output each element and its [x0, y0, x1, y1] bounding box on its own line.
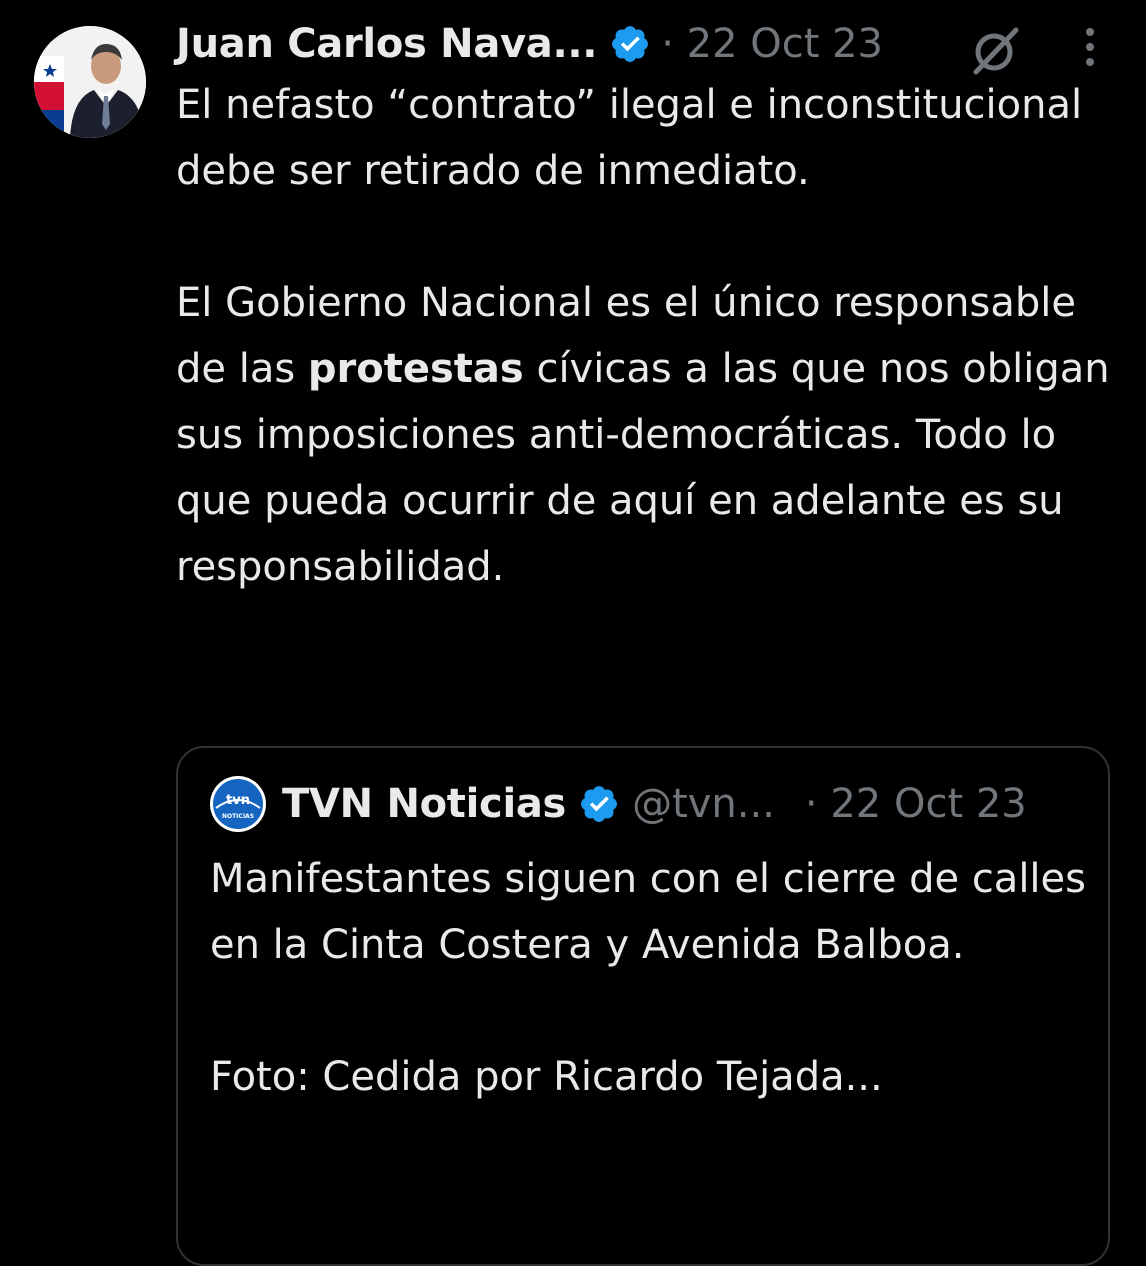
avatar-image	[34, 26, 146, 138]
verified-badge-icon	[609, 23, 651, 65]
quoted-paragraph-1: Manifestantes siguen con el cierre de ca…	[210, 856, 1086, 968]
tweet-header: Juan Carlos Nava... · 22 Oct 23	[176, 14, 883, 74]
tweet-date[interactable]: · 22 Oct 23	[661, 21, 883, 67]
tweet-body: El nefasto “contrato” ilegal e inconstit…	[176, 72, 1116, 600]
author-name[interactable]: Juan Carlos Nava...	[176, 21, 597, 67]
more-options-icon[interactable]	[1072, 22, 1108, 72]
quoted-tweet-date[interactable]: · 22 Oct 23	[805, 781, 1027, 827]
quoted-paragraph-2: Foto: Cedida por Ricardo Tejada...	[210, 1054, 883, 1100]
quoted-tweet-body: Manifestantes siguen con el cierre de ca…	[210, 846, 1090, 1110]
tweet-paragraph-2: El Gobierno Nacional es el único respons…	[176, 270, 1116, 600]
quoted-verified-badge-icon	[578, 783, 620, 825]
tweet-hashtag-protestas[interactable]: protestas	[308, 346, 524, 392]
tvn-avatar-logo-subtext: NOTICIAS	[222, 813, 254, 820]
tweet-paragraph-1: El nefasto “contrato” ilegal e inconstit…	[176, 82, 1083, 194]
quoted-tweet-card[interactable]: tvn NOTICIAS TVN Noticias @tvn... · 22 O…	[176, 746, 1110, 1266]
grok-icon[interactable]	[968, 24, 1024, 76]
tvn-avatar[interactable]: tvn NOTICIAS	[210, 776, 266, 832]
profile-avatar[interactable]	[34, 26, 146, 138]
quoted-author-handle[interactable]: @tvn...	[632, 781, 775, 827]
quoted-tweet-header: tvn NOTICIAS TVN Noticias @tvn... · 22 O…	[210, 774, 1027, 834]
quoted-author-name[interactable]: TVN Noticias	[282, 781, 566, 827]
tvn-avatar-logo-text: tvn	[226, 793, 250, 808]
